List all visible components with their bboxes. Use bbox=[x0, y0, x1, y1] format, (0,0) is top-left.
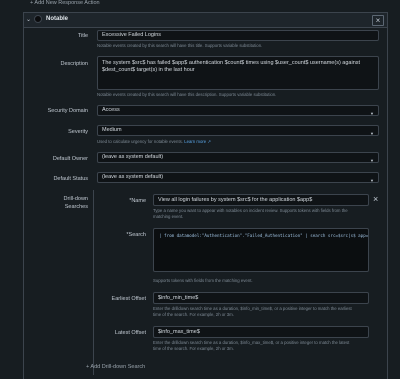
severity-help: Used to calculate urgency for notable ev… bbox=[97, 139, 211, 144]
title-input[interactable]: Excessive Failed Logins bbox=[97, 30, 379, 41]
severity-select[interactable]: Medium ▼ bbox=[97, 125, 379, 136]
caret-down-icon: ▼ bbox=[370, 131, 374, 136]
notable-panel-header[interactable] bbox=[24, 13, 387, 28]
default-owner-select[interactable]: (leave as system default) ▼ bbox=[97, 152, 379, 163]
drilldown-label: Drill-down bbox=[63, 196, 88, 202]
latest-offset-input[interactable]: $info_max_time$ bbox=[153, 326, 369, 338]
caret-down-icon: ▼ bbox=[370, 178, 374, 183]
title-label: Title bbox=[77, 33, 88, 39]
drill-search-label: *Search bbox=[126, 232, 146, 238]
earliest-offset-help: Enter the drilldown search time as a dur… bbox=[153, 306, 352, 317]
description-line: $dest_count$ target(s) in the last hour bbox=[102, 67, 195, 73]
latest-offset-help: Enter the drilldown search time as a dur… bbox=[153, 340, 350, 351]
caret-down-icon: ▼ bbox=[370, 111, 374, 116]
default-status-label: Default Status bbox=[53, 176, 88, 182]
drilldown-label-2: Searches bbox=[64, 204, 88, 210]
description-textarea[interactable]: The system $src$ has failed $app$ authen… bbox=[97, 56, 379, 90]
drill-name-input[interactable]: View all login failures by system $src$ … bbox=[153, 194, 369, 206]
learn-more-link[interactable]: Learn more bbox=[184, 139, 206, 144]
description-line: The system $src$ has failed $app$ authen… bbox=[102, 60, 361, 66]
security-domain-value: Access bbox=[102, 107, 120, 113]
drill-search-editor[interactable]: | from datamodel:"Authentication"."Faile… bbox=[153, 228, 369, 272]
chevron-down-icon[interactable]: ⌄ bbox=[26, 16, 31, 23]
description-label: Description bbox=[60, 61, 88, 67]
severity-label: Severity bbox=[68, 129, 88, 135]
close-icon[interactable]: × bbox=[372, 15, 384, 26]
latest-offset-label: Latest Offset bbox=[114, 330, 146, 336]
title-help: Notable events created by this search wi… bbox=[97, 43, 263, 48]
default-owner-label: Default Owner bbox=[52, 156, 88, 162]
panel-title: Notable bbox=[46, 16, 69, 22]
caret-down-icon: ▼ bbox=[370, 158, 374, 163]
security-domain-label: Security Domain bbox=[47, 108, 88, 114]
external-link-icon: ↗ bbox=[207, 139, 211, 144]
severity-value: Medium bbox=[102, 127, 122, 133]
security-domain-select[interactable]: Access ▼ bbox=[97, 105, 379, 116]
default-status-select[interactable]: (leave as system default) ▼ bbox=[97, 172, 379, 183]
notable-icon bbox=[34, 15, 42, 23]
default-owner-value: (leave as system default) bbox=[102, 154, 164, 160]
earliest-offset-label: Earliest Offset bbox=[111, 296, 146, 302]
drill-name-help: Type a name you want to appear with nota… bbox=[153, 208, 348, 219]
drill-name-label: *Name bbox=[129, 198, 146, 204]
add-response-action-link[interactable]: + Add New Response Action bbox=[30, 0, 100, 6]
description-help: Notable events created by this search wi… bbox=[97, 92, 277, 97]
add-drilldown-search-link[interactable]: + Add Drill-down Search bbox=[86, 364, 145, 370]
default-status-value: (leave as system default) bbox=[102, 174, 164, 180]
earliest-offset-input[interactable]: $info_min_time$ bbox=[153, 292, 369, 304]
remove-drilldown-icon[interactable]: × bbox=[373, 194, 378, 204]
drill-search-help: Supports tokens with fields from the mat… bbox=[153, 278, 253, 283]
